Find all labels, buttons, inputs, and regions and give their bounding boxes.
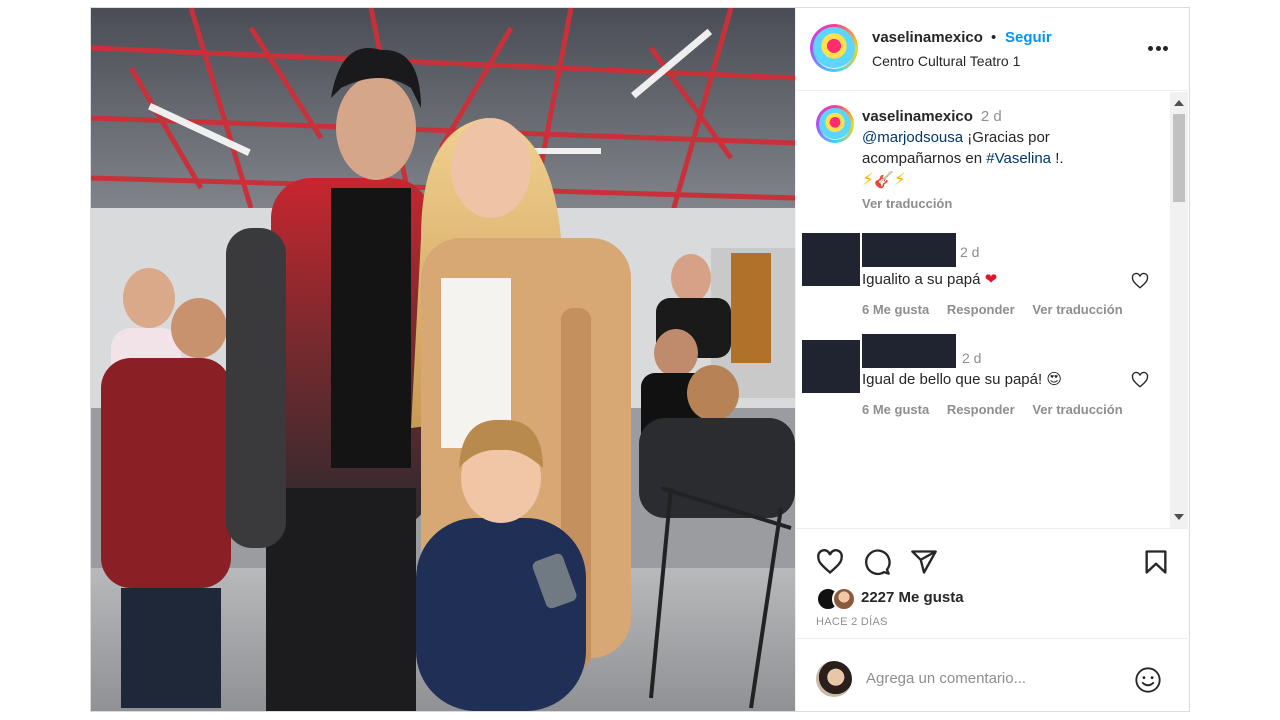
emoji-smiley-icon[interactable]: [1134, 666, 1162, 694]
current-user-avatar: [816, 661, 852, 697]
comment-time: 2 d: [960, 244, 980, 260]
scroll-up-arrow-icon[interactable]: [1174, 100, 1184, 106]
like-comment-heart-icon[interactable]: [1131, 272, 1149, 290]
caption-mention[interactable]: @marjodsousa: [862, 129, 963, 146]
guitar-emoji: 🎸: [873, 172, 894, 189]
likers-avatars[interactable]: [816, 587, 860, 611]
caption-see-translation[interactable]: Ver traducción: [862, 196, 952, 211]
add-comment-bar: [796, 638, 1190, 711]
follow-button[interactable]: Seguir: [1005, 29, 1052, 46]
caption: vaselinamexico 2 d @marjodsousa ¡Gracias …: [862, 106, 1142, 191]
instagram-post: vaselinamexico • Seguir Centro Cultural …: [90, 7, 1190, 712]
caption-text-2: !.: [1051, 150, 1064, 167]
post-side-panel: vaselinamexico • Seguir Centro Cultural …: [795, 8, 1190, 711]
comment-meta: 6 Me gusta Responder Ver traducción: [862, 402, 1137, 417]
post-header: vaselinamexico • Seguir Centro Cultural …: [796, 8, 1190, 91]
comments-section[interactable]: vaselinamexico 2 d @marjodsousa ¡Gracias …: [796, 92, 1190, 528]
post-photo[interactable]: [91, 8, 795, 711]
post-actions: 2227 Me gusta HACE 2 DÍAS: [796, 528, 1190, 638]
scrollbar-thumb[interactable]: [1173, 114, 1185, 202]
comment-avatar-redacted[interactable]: [802, 233, 860, 286]
save-bookmark-icon[interactable]: [1142, 548, 1170, 576]
lightning-emoji: ⚡: [862, 170, 874, 189]
comment-likes[interactable]: 6 Me gusta: [862, 402, 929, 417]
lightning-emoji: ⚡: [893, 170, 906, 189]
heart-eyes-emoji: 😍: [1046, 371, 1062, 388]
profile-avatar[interactable]: [810, 24, 858, 72]
caption-username[interactable]: vaselinamexico: [862, 108, 973, 125]
concert-photo: [91, 8, 795, 711]
comment-username-redacted[interactable]: [862, 233, 956, 267]
more-horizontal-icon[interactable]: [1146, 36, 1170, 60]
see-translation-link[interactable]: Ver traducción: [1032, 302, 1122, 317]
comment-text: Igual de bello que su papá! 😍: [862, 371, 1062, 388]
reply-button[interactable]: Responder: [947, 402, 1015, 417]
comment-avatar-redacted[interactable]: [802, 340, 860, 393]
post-date: HACE 2 DÍAS: [816, 616, 888, 628]
caption-avatar[interactable]: [816, 105, 854, 143]
comment-text: Igualito a su papá ❤: [862, 271, 998, 288]
comment-username-redacted[interactable]: [862, 334, 956, 368]
heart-emoji: ❤: [984, 271, 998, 288]
caption-hashtag[interactable]: #Vaselina: [986, 150, 1051, 167]
location-link[interactable]: Centro Cultural Teatro 1: [872, 53, 1020, 69]
see-translation-link[interactable]: Ver traducción: [1032, 402, 1122, 417]
comment-likes[interactable]: 6 Me gusta: [862, 302, 929, 317]
profile-username[interactable]: vaselinamexico: [872, 29, 983, 46]
separator-dot: •: [991, 29, 997, 46]
like-heart-icon[interactable]: [816, 548, 844, 576]
comment-meta: 6 Me gusta Responder Ver traducción: [862, 302, 1137, 317]
likes-count[interactable]: 2227 Me gusta: [861, 589, 964, 606]
comment-input[interactable]: [866, 665, 1126, 691]
caption-time: 2 d: [980, 108, 1002, 125]
comment-time: 2 d: [962, 350, 982, 366]
comment-bubble-icon[interactable]: [863, 548, 891, 576]
scroll-down-arrow-icon[interactable]: [1174, 514, 1184, 520]
like-comment-heart-icon[interactable]: [1131, 371, 1149, 389]
reply-button[interactable]: Responder: [947, 302, 1015, 317]
share-send-icon[interactable]: [910, 548, 938, 576]
comments-scrollbar[interactable]: [1170, 92, 1188, 528]
